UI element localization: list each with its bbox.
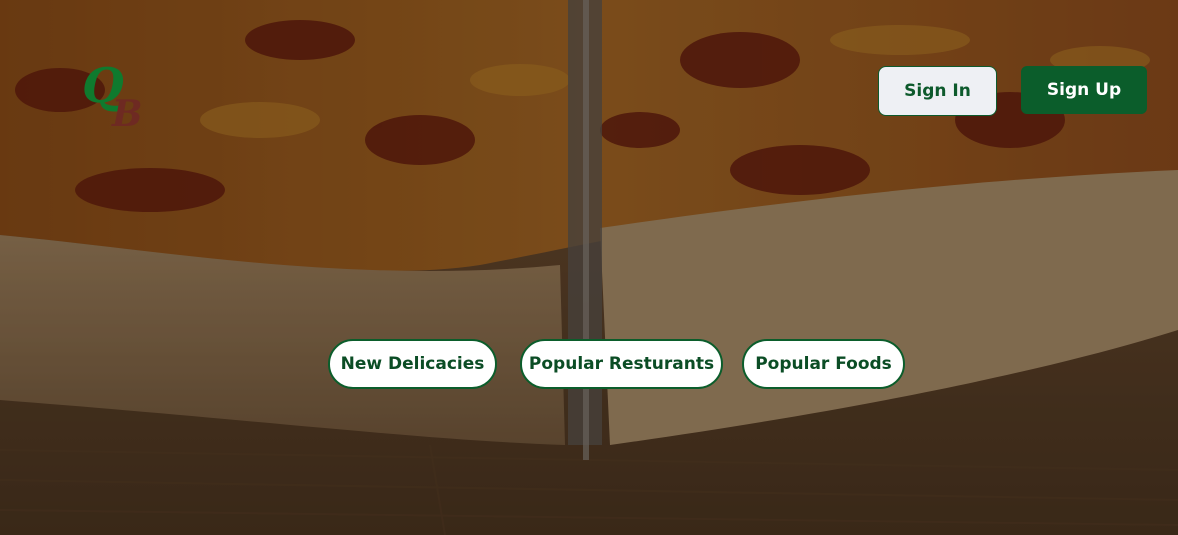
hero-section: Q B Sign In Sign Up New Delicacies Popul… <box>0 0 1178 535</box>
popular-restaurants-button[interactable]: Popular Resturants <box>520 339 723 389</box>
brand-logo[interactable]: Q B <box>80 62 150 142</box>
sign-in-button[interactable]: Sign In <box>878 66 997 116</box>
sign-up-button[interactable]: Sign Up <box>1021 66 1147 114</box>
popular-foods-button[interactable]: Popular Foods <box>742 339 905 389</box>
new-delicacies-button[interactable]: New Delicacies <box>328 339 497 389</box>
logo-letter-b: B <box>112 93 143 135</box>
hero-overlay <box>0 0 1178 535</box>
